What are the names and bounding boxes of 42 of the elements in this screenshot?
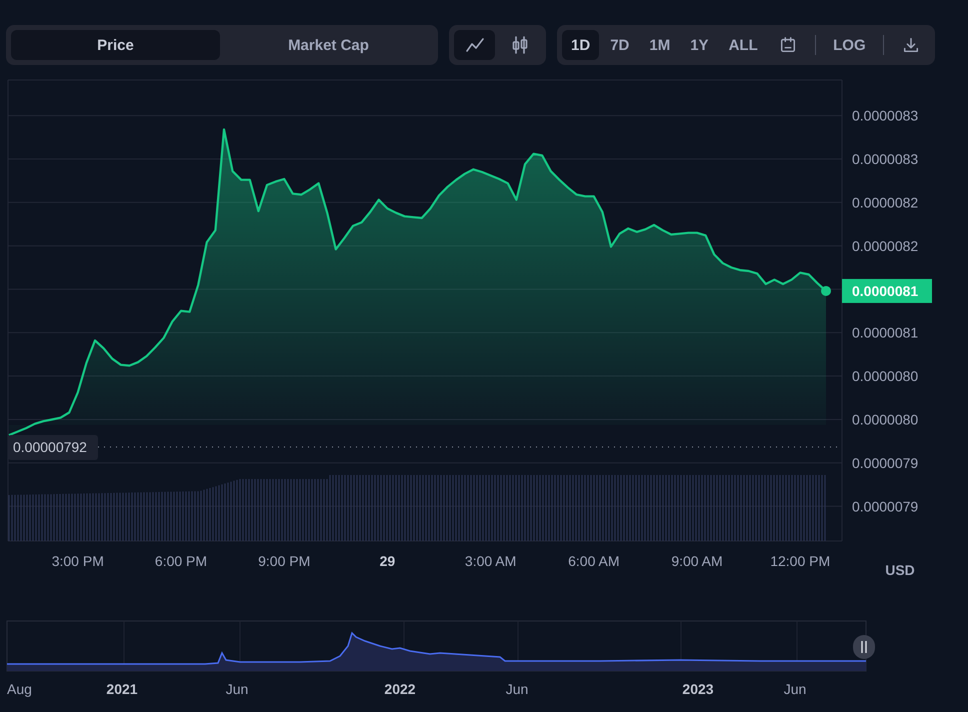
current-price-badge: 0.0000081: [842, 278, 932, 303]
metric-tab[interactable]: Price: [11, 30, 220, 60]
calendar-icon: [778, 36, 797, 54]
timeline-label: 2021: [106, 681, 138, 697]
line-chart-button[interactable]: [454, 30, 495, 60]
candlestick-icon: [510, 35, 530, 55]
low-price-badge: 0.00000792: [8, 435, 98, 460]
y-axis-label: 0.0000080: [852, 368, 918, 384]
range-tab[interactable]: ALL: [720, 30, 767, 60]
range-tab[interactable]: 1M: [640, 30, 680, 60]
timeline-label: 2023: [682, 681, 714, 697]
timeline-label: Jun: [506, 681, 528, 697]
timeline-label: 2022: [384, 681, 416, 697]
currency-label: USD: [885, 562, 915, 578]
timeline-label: Jun: [784, 681, 806, 697]
y-axis-label: 0.0000079: [852, 454, 918, 471]
x-axis-label: 12:00 PM: [770, 553, 830, 569]
range-handle-icon[interactable]: [853, 635, 875, 659]
y-axis-label: 0.0000083: [852, 151, 918, 167]
range-tab[interactable]: 1Y: [681, 30, 718, 60]
current-price-dot: [821, 286, 831, 296]
timeline-label: Jun: [226, 681, 248, 697]
metric-tab[interactable]: Market Cap: [224, 30, 433, 60]
y-axis-label: 0.0000083: [852, 108, 918, 124]
y-axis-label: 0.0000080: [852, 411, 918, 428]
x-axis-label: 6:00 AM: [568, 553, 620, 569]
x-axis-label: 3:00 AM: [464, 553, 516, 569]
x-axis-label: 29: [380, 553, 396, 569]
x-axis-label: 6:00 PM: [154, 553, 208, 569]
y-axis-label: 0.0000082: [852, 238, 918, 254]
range-tab[interactable]: 1D: [562, 30, 600, 60]
line-chart-icon: [464, 35, 484, 55]
download-icon: [902, 36, 920, 54]
y-axis-label: 0.0000079: [852, 498, 918, 514]
timeline-label: Aug: [7, 681, 32, 697]
range-tab[interactable]: 7D: [601, 30, 638, 60]
x-axis-label: 9:00 AM: [671, 553, 723, 569]
y-axis-label: 0.0000082: [852, 194, 918, 210]
x-axis-label: 3:00 PM: [52, 553, 104, 569]
y-axis-label: 0.0000081: [852, 324, 918, 341]
log-toggle[interactable]: LOG: [824, 30, 875, 60]
x-axis-label: 9:00 PM: [258, 553, 310, 569]
